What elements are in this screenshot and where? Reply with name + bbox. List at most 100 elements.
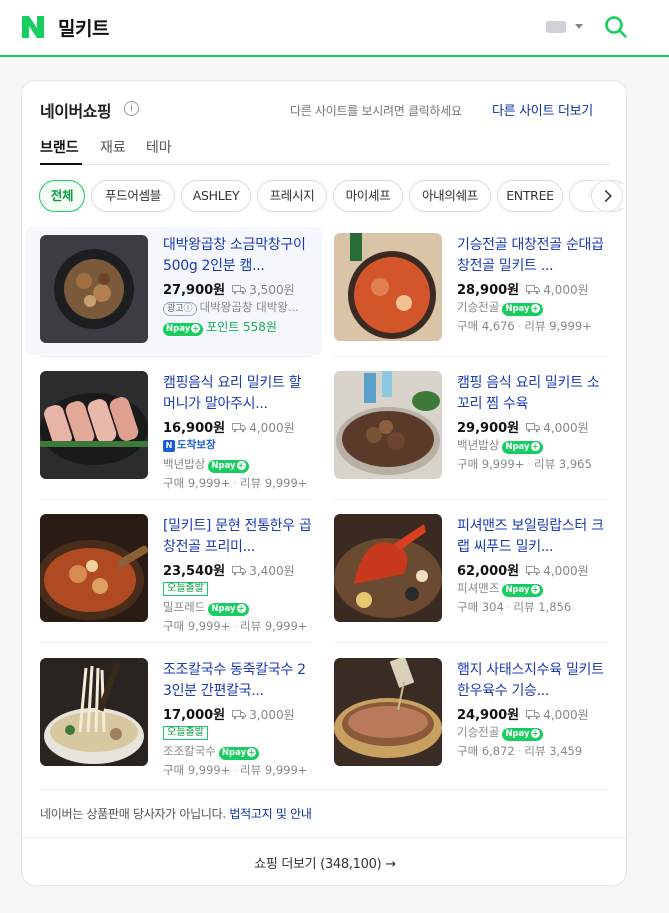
npay-plus-badge: Npay + — [163, 323, 204, 336]
product-title[interactable]: [밀키트] 문현 전통한우 곱창전골 프리미... — [163, 516, 313, 558]
product-image[interactable] — [334, 371, 442, 479]
delivery-truck-icon — [232, 566, 247, 576]
product-title[interactable]: 캠핑음식 요리 밀키트 할머니가 말아주시... — [163, 373, 313, 415]
purchase-count: 구매 304 — [457, 600, 504, 614]
seller-name[interactable]: 기승전골 — [457, 725, 499, 739]
shipping-fee: 3,500원 — [249, 283, 295, 297]
tab-theme[interactable]: 테마 — [146, 137, 172, 157]
product-price: 28,900원 — [457, 283, 520, 298]
legal-notice-link[interactable]: 법적고지 및 안내 — [229, 807, 312, 821]
stats-row: 구매 304 · 리뷰 1,856 — [457, 600, 572, 614]
keyboard-icon[interactable] — [546, 21, 566, 33]
chip-brand[interactable]: ENTREE — [497, 180, 563, 212]
product-price: 17,000원 — [163, 708, 226, 723]
seller-name[interactable]: 밀프레드 — [163, 600, 205, 614]
review-count[interactable]: 리뷰 9,999+ — [240, 619, 307, 633]
product-title[interactable]: 기승전골 대창전골 순대곱창전골 밀키트 ... — [457, 235, 607, 277]
price-row: 16,900원 4,000원 — [163, 417, 295, 436]
brand-filter-chips: 전체 푸드어셈블 ASHLEY 프레시지 마이셰프 아내의쉐프 ENTREE 쿡… — [39, 180, 623, 212]
naver-logo-icon[interactable] — [20, 14, 46, 40]
product-card[interactable]: 캠핑 음식 요리 밀키트 소꼬리 찜 수육 29,900원 4,000원 백년밥… — [334, 371, 614, 499]
review-count[interactable]: 리뷰 1,856 — [513, 600, 571, 614]
product-price: 27,900원 — [163, 283, 226, 298]
product-card[interactable]: 피셔맨즈 보일링랍스터 크랩 씨푸드 밀키... 62,000원 4,000원 … — [334, 514, 614, 642]
seller-row: 조조칼국수 Npay + — [163, 743, 260, 760]
product-image[interactable] — [40, 514, 148, 622]
product-image[interactable] — [40, 371, 148, 479]
product-price: 29,900원 — [457, 421, 520, 436]
stats-row: 구매 9,999+ · 리뷰 9,999+ — [163, 619, 308, 633]
divider — [334, 499, 608, 500]
product-title[interactable]: 피셔맨즈 보일링랍스터 크랩 씨푸드 밀키... — [457, 516, 607, 558]
chip-brand[interactable]: 프레시지 — [257, 180, 327, 212]
product-title[interactable]: 캠핑 음식 요리 밀키트 소꼬리 찜 수육 — [457, 373, 607, 415]
shipping-fee: 4,000원 — [543, 564, 589, 578]
review-count[interactable]: 리뷰 9,999+ — [240, 476, 307, 490]
seller-name[interactable]: 대박왕곱창 대박왕... — [200, 300, 299, 314]
seller-row: 백년밥상 Npay + — [163, 456, 249, 473]
delivery-truck-icon — [232, 423, 247, 433]
product-card[interactable]: [밀키트] 문현 전통한우 곱창전골 프리미... 23,540원 3,400원… — [40, 514, 320, 642]
seller-name[interactable]: 피셔맨즈 — [457, 581, 499, 595]
chevron-right-icon[interactable] — [591, 180, 623, 212]
review-count[interactable]: 리뷰 9,999+ — [240, 763, 307, 777]
product-title[interactable]: 햄지 사태스지수육 밀키트 한우육수 기승... — [457, 660, 607, 702]
search-icon[interactable] — [604, 15, 628, 39]
product-image[interactable] — [334, 658, 442, 766]
tab-brand[interactable]: 브랜드 — [40, 137, 79, 157]
chip-brand[interactable]: 푸드어셈블 — [91, 180, 175, 212]
npay-plus-badge: Npay + — [208, 603, 249, 616]
delivery-truck-icon — [232, 710, 247, 720]
seller-row: 기승전골 Npay + — [457, 299, 543, 316]
stats-row: 구매 9,999+ · 리뷰 9,999+ — [163, 476, 308, 490]
product-image[interactable] — [334, 233, 442, 341]
divider — [40, 642, 312, 643]
product-card[interactable]: 햄지 사태스지수육 밀키트 한우육수 기승... 24,900원 4,000원 … — [334, 658, 614, 786]
shipping-fee: 4,000원 — [543, 283, 589, 297]
review-count[interactable]: 리뷰 9,999+ — [524, 319, 591, 333]
delivery-truck-icon — [526, 285, 541, 295]
tab-ingredient[interactable]: 재료 — [100, 137, 126, 157]
seller-name[interactable]: 백년밥상 — [457, 438, 499, 452]
product-title[interactable]: 조조칼국수 동죽칼국수 2 3인분 간편칼국... — [163, 660, 313, 702]
review-count[interactable]: 리뷰 3,965 — [534, 457, 592, 471]
purchase-count: 구매 9,999+ — [457, 457, 525, 471]
product-image[interactable] — [334, 514, 442, 622]
product-card[interactable]: 기승전골 대창전골 순대곱창전골 밀키트 ... 28,900원 4,000원 … — [334, 233, 614, 361]
search-query[interactable]: 밀키트 — [58, 14, 109, 41]
seller-name[interactable]: 기승전골 — [457, 300, 499, 314]
price-row: 27,900원 3,500원 — [163, 279, 295, 298]
chip-brand[interactable]: 마이셰프 — [333, 180, 403, 212]
product-title[interactable]: 대박왕곱창 소금막창구이 500g 2인분 캠... — [163, 235, 313, 277]
stats-row: 구매 9,999+ · 리뷰 3,965 — [457, 457, 592, 471]
seller-name[interactable]: 조조칼국수 — [163, 744, 216, 758]
stats-row: 구매 9,999+ · 리뷰 9,999+ — [163, 763, 308, 777]
badge-row: N 도착보장 — [163, 437, 216, 453]
product-info: 대박왕곱창 소금막창구이 500g 2인분 캠... 27,900원 3,500… — [40, 233, 320, 361]
info-icon[interactable]: i — [124, 101, 139, 116]
badge-row: 오늘출발 — [163, 724, 208, 740]
arrival-guarantee-badge: N 도착보장 — [163, 437, 216, 452]
seller-row: 백년밥상 Npay + — [457, 437, 543, 454]
chip-brand[interactable]: 아내의쉐프 — [409, 180, 491, 212]
chevron-down-icon[interactable] — [575, 24, 583, 29]
shipping-fee: 4,000원 — [543, 421, 589, 435]
product-card[interactable]: 캠핑음식 요리 밀키트 할머니가 말아주시... 16,900원 4,000원 … — [40, 371, 320, 499]
price-row: 23,540원 3,400원 — [163, 560, 295, 579]
price-row: 28,900원 4,000원 — [457, 279, 589, 298]
chip-brand[interactable]: ASHLEY — [181, 180, 251, 212]
purchase-count: 구매 9,999+ — [163, 476, 231, 490]
product-image[interactable] — [40, 658, 148, 766]
divider — [40, 789, 608, 790]
chip-all[interactable]: 전체 — [39, 180, 85, 212]
review-count[interactable]: 리뷰 3,459 — [524, 744, 582, 758]
price-row: 29,900원 4,000원 — [457, 417, 589, 436]
purchase-count: 구매 6,872 — [457, 744, 515, 758]
product-price: 16,900원 — [163, 421, 226, 436]
more-sites-link[interactable]: 다른 사이트 더보기 — [492, 100, 593, 119]
ad-badge[interactable]: 광고ⓘ — [163, 302, 197, 316]
seller-name[interactable]: 백년밥상 — [163, 457, 205, 471]
more-shopping-button[interactable]: 쇼핑 더보기 (348,100) → — [22, 853, 626, 872]
product-card[interactable]: 조조칼국수 동죽칼국수 2 3인분 간편칼국... 17,000원 3,000원… — [40, 658, 320, 786]
npay-plus-badge: Npay + — [502, 584, 543, 597]
